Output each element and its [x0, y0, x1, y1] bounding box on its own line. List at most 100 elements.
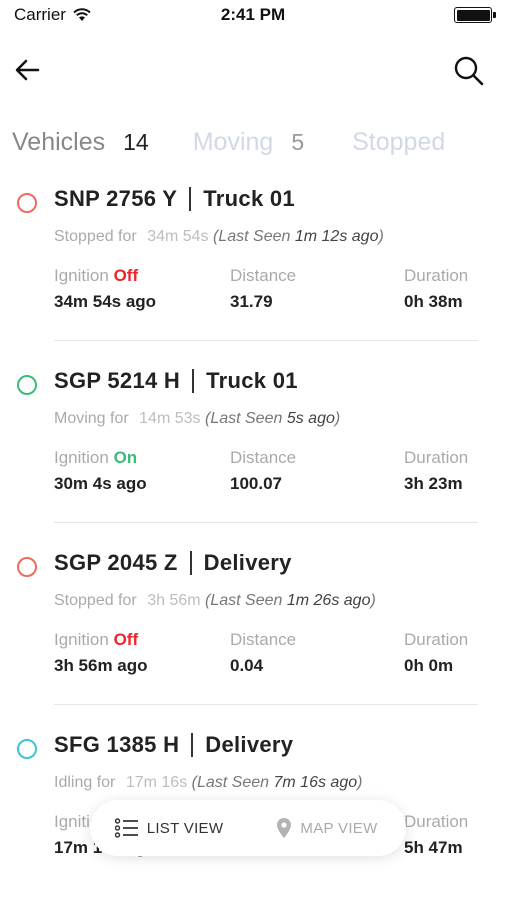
last-seen-label: Last Seen — [218, 228, 291, 245]
battery-icon — [454, 7, 496, 23]
vehicle-title: SFG 1385 H Delivery — [54, 732, 293, 758]
ignition-stat: Ignition Off 34m 54s ago — [54, 266, 156, 312]
title-separator — [189, 551, 192, 575]
status-dot-icon — [17, 557, 37, 577]
divider — [54, 522, 478, 523]
tab-label: Stopped — [352, 128, 446, 156]
ignition-time: 30m 4s ago — [54, 474, 147, 493]
tab-moving[interactable]: Moving 5 — [193, 128, 304, 157]
tab-count: 14 — [123, 129, 149, 155]
view-toggle: LIST VIEW MAP VIEW — [90, 800, 406, 856]
status-duration: 14m 53s — [139, 410, 201, 427]
status-dot-icon — [17, 375, 37, 395]
ignition-label: Ignition — [54, 630, 109, 649]
distance-stat: Distance 0.04 — [230, 630, 296, 676]
list-view-button[interactable]: LIST VIEW — [90, 800, 248, 856]
vehicle-status: Stopped for 34m 54s (Last Seen 1m 12s ag… — [54, 228, 384, 245]
nav-bar — [0, 48, 506, 94]
status-duration: 3h 56m — [147, 592, 201, 609]
duration-value: 0h 0m — [404, 656, 454, 675]
ignition-label: Ignition — [54, 448, 109, 467]
divider — [54, 340, 478, 341]
distance-value: 100.07 — [230, 474, 282, 493]
status-text: Idling for — [54, 774, 116, 791]
filter-tabs: Vehicles 14 Moving 5 Stopped — [12, 128, 506, 164]
duration-stat: Duration 3h 23m — [404, 448, 468, 494]
tab-count: 5 — [291, 129, 305, 155]
status-text: Stopped for — [54, 228, 137, 245]
ignition-stat: Ignition Off 3h 56m ago — [54, 630, 148, 676]
vehicle-item[interactable]: SGP 2045 Z Delivery Stopped for 3h 56m (… — [0, 542, 506, 724]
duration-stat: Duration 0h 0m — [404, 630, 468, 676]
vehicle-plate: SFG 1385 H — [54, 732, 180, 757]
distance-stat: Distance 31.79 — [230, 266, 296, 312]
vehicle-plate: SGP 2045 Z — [54, 550, 178, 575]
status-duration: 34m 54s — [147, 228, 209, 245]
distance-label: Distance — [230, 630, 297, 649]
title-separator — [189, 187, 192, 211]
last-seen-label: Last Seen — [210, 410, 283, 427]
last-seen-label: Last Seen — [196, 774, 270, 791]
map-view-button[interactable]: MAP VIEW — [248, 800, 406, 856]
status-dot-icon — [17, 739, 37, 759]
distance-value: 0.04 — [230, 656, 264, 675]
duration-value: 0h 38m — [404, 292, 463, 311]
duration-label: Duration — [404, 630, 469, 649]
status-text: Moving for — [54, 410, 129, 427]
ignition-time: 3h 56m ago — [54, 656, 148, 675]
vehicle-plate: SGP 5214 H — [54, 368, 181, 393]
title-separator — [191, 733, 194, 757]
vehicle-name: Delivery — [205, 732, 294, 757]
tab-label: Moving — [192, 128, 274, 156]
ignition-state: Off — [113, 630, 139, 649]
distance-value: 31.79 — [230, 292, 273, 311]
ignition-time: 34m 54s ago — [54, 292, 157, 311]
duration-label: Duration — [404, 448, 469, 467]
tab-label: Vehicles — [12, 128, 106, 156]
vehicle-status: Stopped for 3h 56m (Last Seen 1m 26s ago… — [54, 592, 376, 609]
ignition-stat: Ignition On 30m 4s ago — [54, 448, 147, 494]
vehicle-title: SNP 2756 Y Truck 01 — [54, 186, 295, 212]
duration-label: Duration — [404, 812, 469, 831]
last-seen-value: 1m 12s ago — [294, 228, 379, 245]
map-pin-icon — [277, 818, 292, 838]
status-dot-icon — [17, 193, 37, 213]
list-view-label: LIST VIEW — [146, 819, 224, 837]
ignition-state: Off — [113, 266, 139, 285]
duration-stat: Duration 5h 47m — [404, 812, 468, 858]
carrier-label: Carrier — [14, 5, 66, 24]
wifi-icon — [73, 8, 91, 21]
vehicle-plate: SNP 2756 Y — [54, 186, 178, 211]
tab-stopped[interactable]: Stopped — [352, 128, 445, 157]
search-icon[interactable] — [452, 54, 486, 88]
list-icon — [114, 818, 138, 838]
map-view-label: MAP VIEW — [300, 819, 378, 837]
vehicle-item[interactable]: SGP 5214 H Truck 01 Moving for 14m 53s (… — [0, 360, 506, 542]
distance-stat: Distance 100.07 — [230, 448, 296, 494]
duration-label: Duration — [404, 266, 469, 285]
last-seen-label: Last Seen — [210, 592, 283, 609]
duration-stat: Duration 0h 38m — [404, 266, 468, 312]
duration-value: 5h 47m — [404, 838, 463, 857]
distance-label: Distance — [230, 448, 297, 467]
vehicle-title: SGP 5214 H Truck 01 — [54, 368, 298, 394]
vehicle-status: Moving for 14m 53s (Last Seen 5s ago) — [54, 410, 341, 427]
status-bar: Carrier 2:41 PM — [0, 0, 506, 30]
ignition-label: Ignition — [54, 266, 109, 285]
vehicle-status: Idling for 17m 16s (Last Seen 7m 16s ago… — [54, 774, 363, 791]
vehicle-name: Truck 01 — [203, 186, 295, 211]
title-separator — [192, 369, 195, 393]
back-arrow-icon[interactable] — [12, 54, 44, 86]
vehicle-item[interactable]: SNP 2756 Y Truck 01 Stopped for 34m 54s … — [0, 178, 506, 360]
tab-vehicles[interactable]: Vehicles 14 — [12, 128, 149, 157]
last-seen-value: 5s ago — [286, 410, 335, 427]
duration-value: 3h 23m — [404, 474, 463, 493]
status-text: Stopped for — [54, 592, 137, 609]
vehicle-title: SGP 2045 Z Delivery — [54, 550, 292, 576]
vehicle-name: Truck 01 — [206, 368, 298, 393]
status-duration: 17m 16s — [125, 774, 188, 791]
vehicle-list: SNP 2756 Y Truck 01 Stopped for 34m 54s … — [0, 178, 506, 900]
divider — [54, 704, 478, 705]
ignition-state: On — [113, 448, 138, 467]
vehicle-name: Delivery — [203, 550, 292, 575]
